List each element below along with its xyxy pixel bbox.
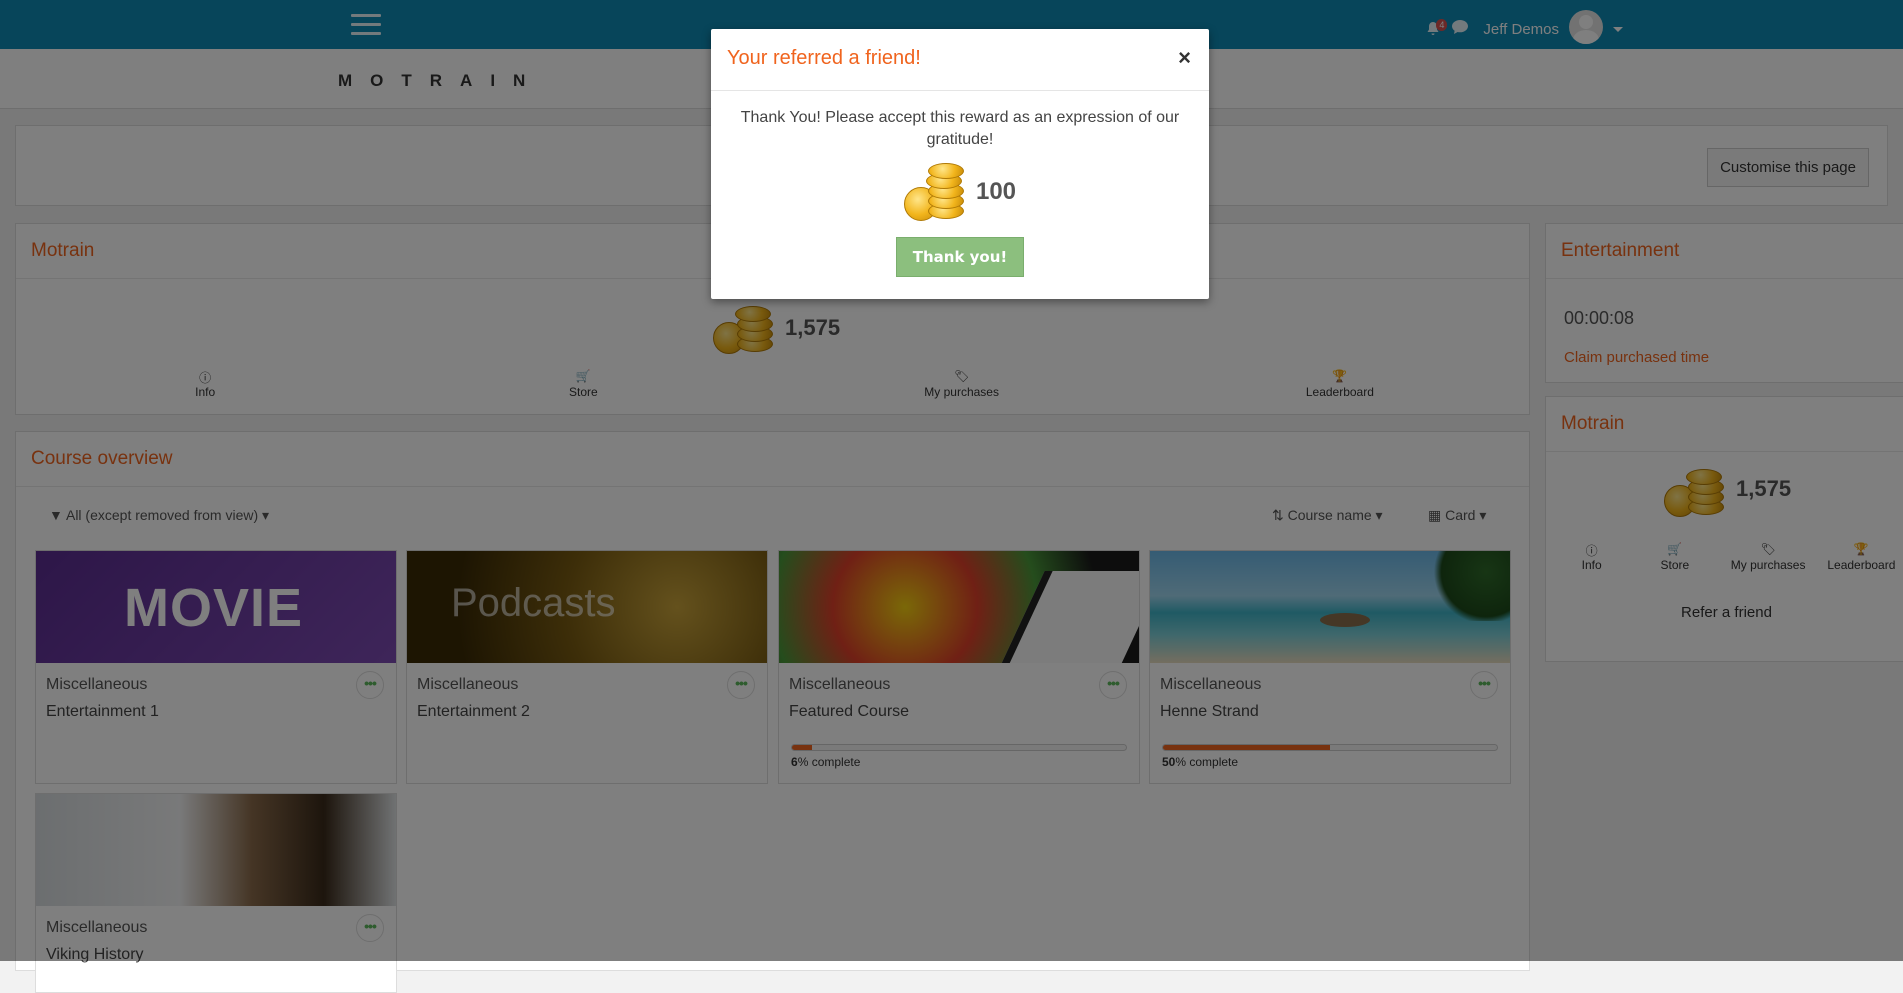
reward-amount: 100 bbox=[735, 163, 1185, 221]
modal-title: Your referred a friend! bbox=[727, 47, 921, 69]
modal-message: Thank You! Please accept this reward as … bbox=[740, 109, 1180, 148]
modal-header: Your referred a friend! × bbox=[711, 29, 1209, 91]
reward-modal: Your referred a friend! × Thank You! Ple… bbox=[711, 29, 1209, 299]
reward-value: 100 bbox=[975, 178, 1017, 205]
coins-icon bbox=[903, 163, 968, 221]
close-icon[interactable]: × bbox=[1178, 45, 1191, 71]
thank-you-button[interactable]: Thank you! bbox=[895, 237, 1025, 277]
modal-body: Thank You! Please accept this reward as … bbox=[711, 91, 1209, 293]
